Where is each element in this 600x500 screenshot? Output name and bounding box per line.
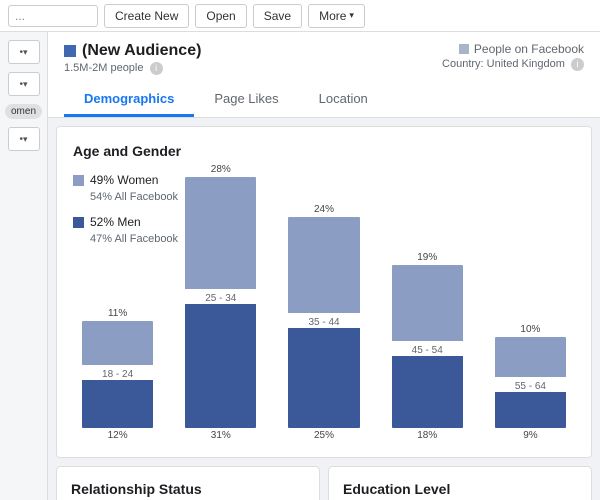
men-color-square [73, 217, 84, 228]
men-label: 52% Men [90, 215, 141, 229]
men-bar [185, 304, 256, 428]
audience-header-top: (New Audience) 1.5M-2M people i People o… [64, 42, 584, 75]
facebook-people-label: People on Facebook [474, 42, 584, 56]
bar-age-label: 25 - 34 [205, 293, 236, 304]
women-bar [392, 265, 463, 341]
women-bar-pct: 28% [211, 164, 231, 175]
audience-header: (New Audience) 1.5M-2M people i People o… [48, 32, 600, 118]
women-bar-pct: 10% [520, 324, 540, 335]
bar-age-label: 55 - 64 [515, 381, 546, 392]
relationship-status-title: Relationship Status [71, 481, 305, 497]
toolbar-left: Create New Open Save More ▾ [8, 4, 592, 28]
create-new-button[interactable]: Create New [104, 4, 189, 28]
country-info-icon[interactable]: i [571, 58, 584, 71]
audience-info: (New Audience) 1.5M-2M people i [64, 42, 201, 75]
facebook-people-title: People on Facebook [459, 42, 584, 56]
men-bar-pct: 12% [108, 430, 128, 441]
open-button[interactable]: Open [195, 4, 246, 28]
bar-age-label: 35 - 44 [308, 317, 339, 328]
chevron-down-icon-2: ▾ [23, 79, 28, 90]
age-gender-title: Age and Gender [73, 143, 575, 159]
audience-name: (New Audience) [82, 42, 201, 60]
content-area: (New Audience) 1.5M-2M people i People o… [48, 32, 600, 500]
more-label: More [319, 9, 346, 23]
women-bar-pct: 19% [417, 252, 437, 263]
tabs: Demographics Page Likes Location [64, 83, 584, 117]
audience-size-text: 1.5M-2M people [64, 62, 144, 74]
legend-item-women: 49% Women [73, 173, 575, 187]
facebook-country-text: Country: United Kingdom [442, 58, 565, 70]
more-button[interactable]: More ▾ [308, 4, 365, 28]
bar-group: 10% 55 - 64 9% [486, 324, 575, 441]
audience-name-input[interactable] [8, 5, 98, 27]
audience-title: (New Audience) [64, 42, 201, 60]
audience-color-square [64, 45, 76, 57]
tab-location[interactable]: Location [299, 83, 388, 117]
bar-group: 24% 35 - 44 25% [279, 204, 368, 441]
women-sub: 54% All Facebook [90, 191, 575, 203]
women-bar [288, 217, 359, 313]
tab-page-likes[interactable]: Page Likes [194, 83, 298, 117]
main-layout: • ▾ • ▾ omen • ▾ (New Audience) 1.5 [0, 32, 600, 500]
facebook-people: People on Facebook Country: United Kingd… [442, 42, 584, 71]
men-bar-pct: 9% [523, 430, 537, 441]
chevron-down-icon-1: ▾ [23, 47, 28, 58]
education-level-card: Education Level 68% [328, 466, 592, 500]
women-label: 49% Women [90, 173, 158, 187]
chevron-down-icon: ▾ [349, 10, 354, 21]
facebook-country: Country: United Kingdom i [442, 58, 584, 71]
bar-group: 11% 18 - 24 12% [73, 308, 162, 441]
relationship-status-card: Relationship Status 43% [56, 466, 320, 500]
men-bar [288, 328, 359, 428]
bar-group: 28% 25 - 34 31% [176, 164, 265, 441]
bar-age-label: 18 - 24 [102, 369, 133, 380]
men-bar [82, 380, 153, 428]
sidebar-expand-btn-1[interactable]: • ▾ [8, 40, 40, 64]
men-bar-pct: 18% [417, 430, 437, 441]
tab-demographics[interactable]: Demographics [64, 83, 194, 117]
audience-info-icon[interactable]: i [150, 62, 163, 75]
chevron-down-icon-3: ▾ [23, 134, 28, 145]
men-bar [392, 356, 463, 428]
age-gender-section: Age and Gender 49% Women 54% All Faceboo… [56, 126, 592, 458]
bar-age-label: 45 - 54 [412, 345, 443, 356]
bar-group: 19% 45 - 54 18% [383, 252, 472, 441]
men-bar-pct: 31% [211, 430, 231, 441]
sidebar-expand-btn-2[interactable]: • ▾ [8, 72, 40, 96]
women-bar-pct: 24% [314, 204, 334, 215]
women-bar-pct: 11% [108, 308, 127, 319]
women-bar [82, 321, 153, 365]
sidebar-expand-btn-3[interactable]: • ▾ [8, 127, 40, 151]
women-color-square [73, 175, 84, 186]
women-bar [495, 337, 566, 377]
education-level-title: Education Level [343, 481, 577, 497]
save-button[interactable]: Save [253, 4, 302, 28]
bar-chart: 11% 18 - 24 12% 28% 25 - 34 31% 24% 35 -… [73, 261, 575, 441]
sidebar-women-tag[interactable]: omen [5, 104, 42, 119]
men-bar [495, 392, 566, 428]
men-bar-pct: 25% [314, 430, 334, 441]
bottom-sections: Relationship Status 43% Education Level … [56, 466, 592, 500]
sidebar: • ▾ • ▾ omen • ▾ [0, 32, 48, 500]
audience-size: 1.5M-2M people i [64, 62, 201, 75]
women-bar [185, 177, 256, 289]
toolbar: Create New Open Save More ▾ [0, 0, 600, 32]
facebook-color-square [459, 44, 469, 54]
